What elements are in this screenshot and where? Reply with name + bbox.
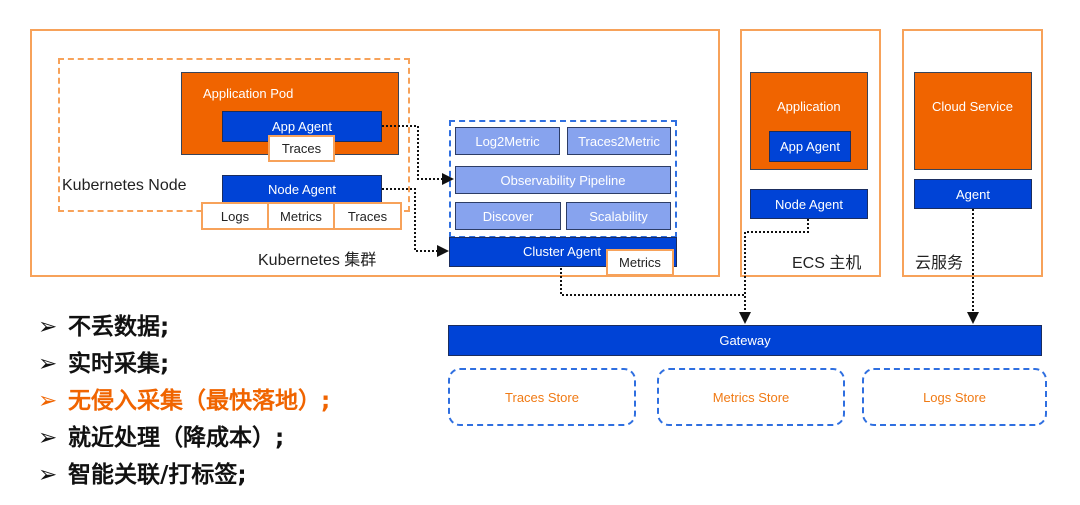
feature-bullet-list: ➢ 不丢数据; ➢ 实时采集; ➢ 无侵入采集（最快落地）; ➢ 就近处理（降成本）; … (38, 309, 330, 494)
arrow-bullet-icon: ➢ (38, 462, 58, 488)
arrow-bullet-icon: ➢ (38, 425, 58, 451)
node-agent-to-cluster-agent-line (382, 188, 449, 257)
bullet-item: ➢ 不丢数据; (38, 309, 330, 346)
bullet-item: ➢ 就近处理（降成本）; (38, 420, 330, 457)
bullet-item-highlighted: ➢ 无侵入采集（最快落地）; (38, 383, 330, 420)
arrow-bullet-icon: ➢ (38, 351, 58, 377)
cluster-agent-to-gateway-line (560, 268, 745, 296)
arrow-bullet-icon: ➢ (38, 388, 58, 414)
bullet-item: ➢ 智能关联/打标签; (38, 457, 330, 494)
bullet-item: ➢ 实时采集; (38, 346, 330, 383)
ecs-node-agent-to-gateway-line (739, 219, 809, 324)
app-agent-to-pipeline-line (382, 125, 454, 185)
arrow-bullet-icon: ➢ (38, 314, 58, 340)
